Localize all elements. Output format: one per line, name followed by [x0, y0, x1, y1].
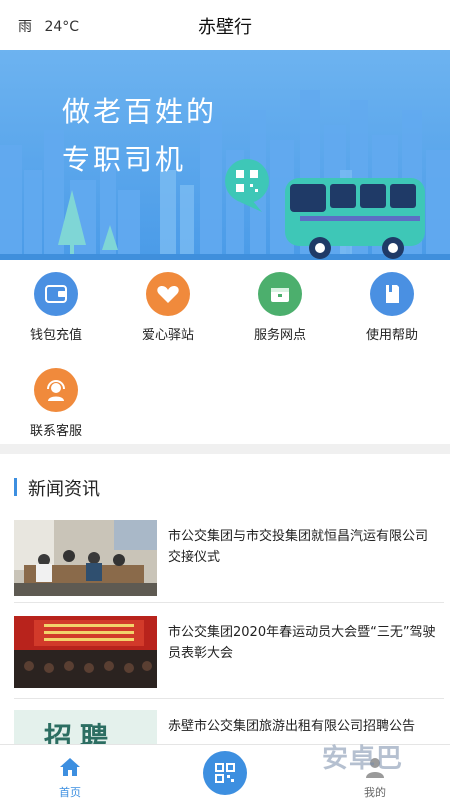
- news-thumbnail: [14, 520, 157, 596]
- menu-item-wallet-recharge[interactable]: 钱包充值: [0, 260, 112, 343]
- hero-banner[interactable]: 做老百姓的 专职司机: [0, 50, 450, 260]
- scan-qr-button[interactable]: [203, 751, 247, 795]
- watermark-text: 安卓巴: [322, 744, 404, 774]
- app-title: 赤壁行: [198, 17, 252, 38]
- menu-label: 钱包充值: [29, 328, 82, 343]
- section-accent-bar: [14, 478, 17, 496]
- news-item[interactable]: 市公交集团与市交投集团就恒昌汽运有限公司交接仪式: [0, 520, 450, 610]
- tab-label: 我的: [364, 786, 386, 799]
- home-icon: [60, 758, 80, 776]
- news-headline: 赤壁市公交集团旅游出租有限公司招聘公告: [168, 719, 416, 734]
- menu-item-love-station[interactable]: 爱心驿站: [112, 260, 224, 343]
- news-section-header: 新闻资讯: [0, 470, 450, 504]
- headset-icon: [34, 368, 78, 412]
- menu-item-help[interactable]: 使用帮助: [336, 260, 448, 343]
- banner-slogan-line2: 专职司机: [62, 143, 187, 176]
- tab-home[interactable]: 首页: [30, 745, 110, 800]
- menu-label: 使用帮助: [365, 328, 418, 343]
- heart-icon: [146, 272, 190, 316]
- list-separator: [14, 698, 444, 699]
- app-header: 雨 24°C 赤壁行: [0, 0, 450, 50]
- qr-code-icon: [215, 763, 235, 783]
- news-headline: 市公交集团2020年春运动员大会暨“三无”驾驶员表彰大会: [168, 625, 436, 661]
- thumbnail-text: 招聘: [44, 721, 117, 744]
- news-thumbnail: [14, 616, 157, 688]
- tab-label: 首页: [59, 786, 81, 799]
- news-headline: 市公交集团与市交投集团就恒昌汽运有限公司交接仪式: [168, 529, 429, 565]
- banner-slogan-line1: 做老百姓的: [62, 95, 218, 128]
- menu-item-customer-service[interactable]: 联系客服: [0, 356, 112, 439]
- section-divider: [0, 444, 450, 454]
- news-thumbnail: 招聘: [14, 710, 157, 744]
- book-icon: [370, 272, 414, 316]
- list-separator: [14, 602, 444, 603]
- menu-label: 联系客服: [29, 424, 82, 439]
- menu-item-service-outlets[interactable]: 服务网点: [224, 260, 336, 343]
- quick-menu: 钱包充值 爱心驿站 服务网点 使用帮助 联系客服: [0, 260, 450, 444]
- box-icon: [258, 272, 302, 316]
- wallet-icon: [34, 272, 78, 316]
- news-section-title: 新闻资讯: [28, 479, 100, 500]
- menu-label: 爱心驿站: [141, 328, 194, 343]
- news-item[interactable]: 市公交集团2020年春运动员大会暨“三无”驾驶员表彰大会: [0, 616, 450, 706]
- menu-label: 服务网点: [253, 328, 306, 343]
